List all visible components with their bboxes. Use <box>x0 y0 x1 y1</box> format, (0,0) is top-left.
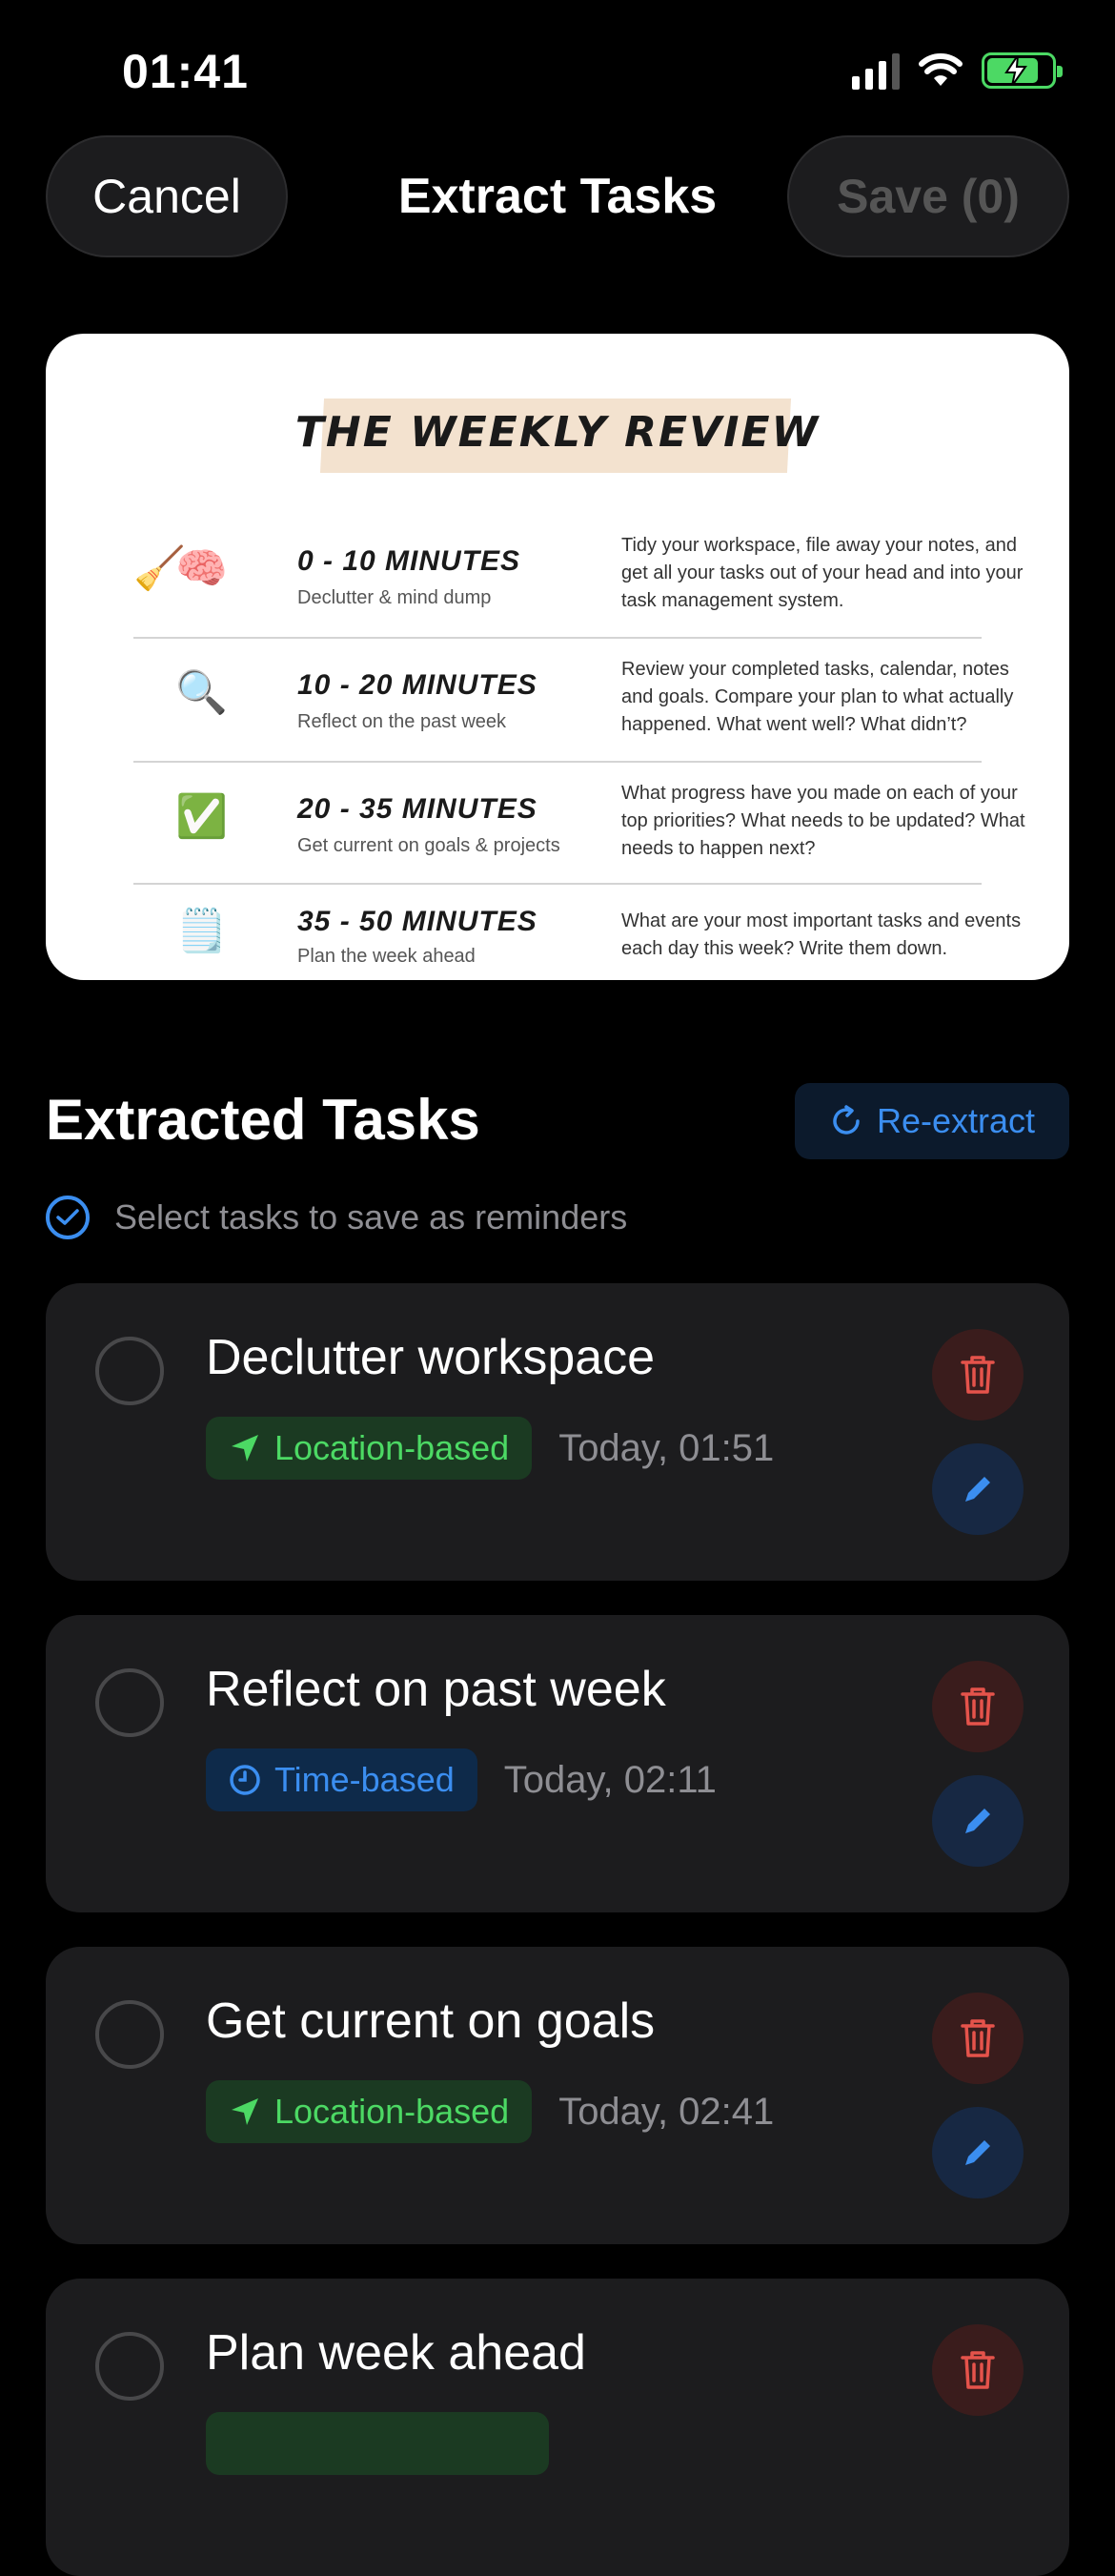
cellular-signal-icon <box>852 51 900 90</box>
document-preview[interactable]: THE WEEKLY REVIEW 🧹 🧠 0 - 10 MINUTES Dec… <box>46 334 1069 980</box>
task-card[interactable]: Reflect on past week Time-based Today, 0… <box>46 1615 1069 1912</box>
edit-button[interactable] <box>932 1775 1024 1867</box>
delete-button[interactable] <box>932 2324 1024 2416</box>
trash-icon <box>961 1356 995 1394</box>
task-card[interactable]: Plan week ahead <box>46 2279 1069 2576</box>
preview-row: ✅ 20 - 35 MINUTES Get current on goals &… <box>133 763 1025 885</box>
task-card[interactable]: Get current on goals Location-based Toda… <box>46 1947 1069 2244</box>
reextract-label: Re-extract <box>876 1101 1036 1140</box>
trash-icon <box>961 1687 995 1726</box>
task-title: Plan week ahead <box>206 2325 586 2381</box>
preview-row: 🧹 🧠 0 - 10 MINUTES Declutter & mind dump… <box>133 515 1023 639</box>
row-description: What progress have you made on each of y… <box>621 783 1025 859</box>
task-card[interactable]: Declutter workspace Location-based Today… <box>46 1283 1069 1581</box>
task-tag-label: Location-based <box>274 1428 510 1467</box>
location-arrow-icon <box>232 2098 258 2125</box>
check-box-icon: ✅ <box>175 793 228 840</box>
task-select-radio[interactable] <box>95 1668 164 1737</box>
notepad-icon: 🗒️ <box>175 908 228 954</box>
hint-text: Select tasks to save as reminders <box>114 1197 628 1237</box>
edit-button[interactable] <box>932 1443 1024 1535</box>
task-select-radio[interactable] <box>95 2000 164 2069</box>
row-subtitle: Declutter & mind dump <box>297 587 492 608</box>
row-range: 0 - 10 MINUTES <box>297 545 521 577</box>
task-meta: Location-based Today, 02:41 <box>206 2080 774 2143</box>
save-button[interactable]: Save (0) <box>787 135 1069 257</box>
task-time: Today, 01:51 <box>558 1426 775 1469</box>
row-subtitle: Plan the week ahead <box>297 946 476 967</box>
row-range: 10 - 20 MINUTES <box>297 669 537 701</box>
task-type-tag: Time-based <box>206 1748 477 1811</box>
pencil-icon <box>965 1809 990 1833</box>
task-title: Get current on goals <box>206 1993 656 2049</box>
delete-button[interactable] <box>932 1661 1024 1752</box>
trash-icon <box>961 2351 995 2389</box>
task-meta <box>206 2412 549 2475</box>
pencil-icon <box>965 1477 990 1502</box>
preview-row: 🔍 10 - 20 MINUTES Reflect on the past we… <box>133 639 1013 763</box>
task-tag-label: Location-based <box>274 2092 510 2131</box>
task-meta: Location-based Today, 01:51 <box>206 1417 774 1480</box>
task-select-radio[interactable] <box>95 1337 164 1405</box>
magnifier-icon: 🔍 <box>175 669 228 716</box>
preview-row: 🗒️ 35 - 50 MINUTES Plan the week ahead W… <box>133 885 1021 980</box>
edit-button[interactable] <box>932 2107 1024 2198</box>
row-subtitle: Get current on goals & projects <box>297 835 560 856</box>
status-time: 01:41 <box>122 45 249 98</box>
location-arrow-icon <box>232 1435 258 1462</box>
task-time: Today, 02:11 <box>503 1758 717 1801</box>
refresh-icon <box>833 1105 860 1135</box>
trash-icon <box>961 2019 995 2057</box>
task-time: Today, 02:41 <box>558 2090 775 2133</box>
task-type-tag: Location-based <box>206 1417 533 1480</box>
task-type-tag: Location-based <box>206 2080 533 2143</box>
task-title: Reflect on past week <box>206 1662 666 1717</box>
document-title: THE WEEKLY REVIEW <box>294 408 821 457</box>
battery-charging-icon <box>982 52 1063 89</box>
task-meta: Time-based Today, 02:11 <box>206 1748 717 1811</box>
task-type-tag <box>206 2412 549 2475</box>
selection-hint: Select tasks to save as reminders <box>46 1196 627 1239</box>
row-range: 35 - 50 MINUTES <box>297 906 537 937</box>
task-title: Declutter workspace <box>206 1330 656 1385</box>
row-description: Review your completed tasks, calendar, n… <box>621 659 1014 735</box>
checkmark-circle-icon <box>46 1196 90 1239</box>
row-description: What are your most important tasks and e… <box>621 910 1022 959</box>
row-range: 20 - 35 MINUTES <box>297 793 537 825</box>
clock-icon <box>230 1765 260 1795</box>
wifi-icon <box>919 53 963 86</box>
status-icons <box>852 51 1063 90</box>
brain-icon: 🧠 <box>175 545 228 592</box>
row-description: Tidy your workspace, file away your note… <box>621 535 1024 611</box>
row-subtitle: Reflect on the past week <box>297 711 507 732</box>
task-tag-label: Time-based <box>274 1760 455 1799</box>
delete-button[interactable] <box>932 1329 1024 1421</box>
pencil-icon <box>965 2140 990 2165</box>
task-select-radio[interactable] <box>95 2332 164 2401</box>
section-title: Extracted Tasks <box>46 1088 480 1152</box>
reextract-button[interactable]: Re-extract <box>795 1083 1069 1159</box>
delete-button[interactable] <box>932 1993 1024 2084</box>
